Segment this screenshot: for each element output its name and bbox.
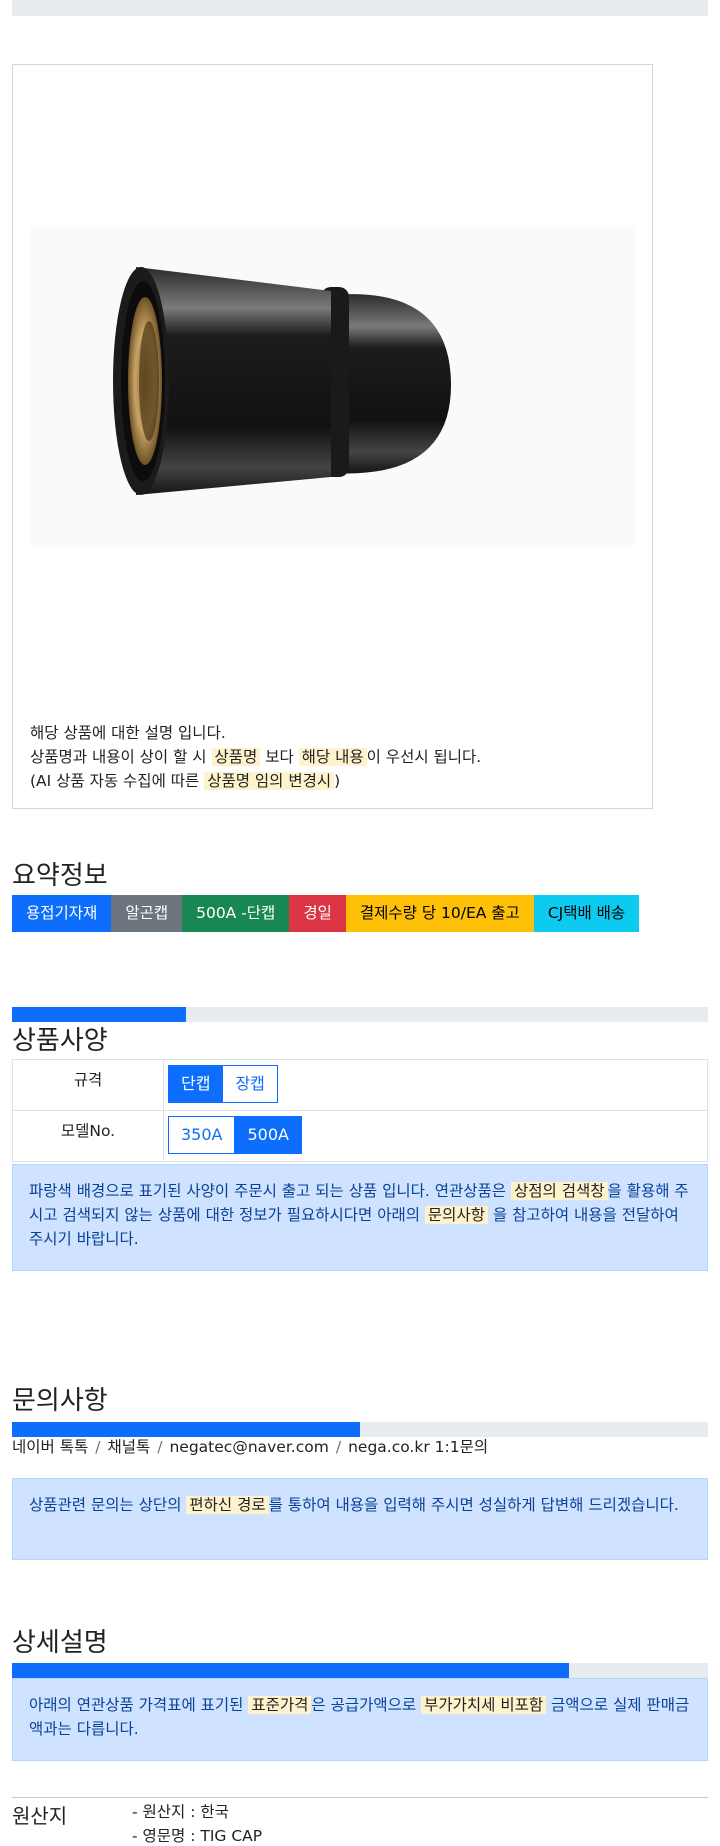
model-options: 350A 500A xyxy=(168,1116,302,1154)
origin-english-name: - 영문명 : TIG CAP xyxy=(132,1827,263,1845)
detail-title: 상세설명 xyxy=(12,1628,108,1658)
description-line-3: (AI 상품 자동 수집에 따른 상품명 임의 변경시) xyxy=(30,772,341,790)
description-line-2: 상품명과 내용이 상이 할 시 상품명 보다 해당 내용 이 우선시 됩니다. xyxy=(30,748,482,766)
highlight-content: 해당 내용 xyxy=(298,748,367,766)
detail-progress-fill xyxy=(12,1663,569,1678)
product-image xyxy=(31,225,636,545)
highlight-standard-price: 표준가격 xyxy=(248,1696,312,1714)
highlight-vat-excluded: 부가가치세 비포함 xyxy=(421,1696,547,1714)
spec-row-model: 모델No. 350A 500A xyxy=(12,1110,708,1162)
link-naver-talk[interactable]: 네이버 톡톡 xyxy=(12,1438,88,1456)
link-separator: / xyxy=(157,1438,163,1456)
spec-notice: 파랑색 배경으로 표기된 사양이 주문시 출고 되는 상품 입니다. 연관상품은… xyxy=(12,1164,708,1271)
option-350a[interactable]: 350A xyxy=(168,1116,236,1154)
inquiry-links: 네이버 톡톡 / 채널톡 / negatec@naver.com / nega.co.kr … xyxy=(12,1435,488,1457)
highlight-product-name: 상품명 xyxy=(211,748,261,766)
spec-progress xyxy=(12,1007,708,1022)
badge-shipping: CJ택배 배송 xyxy=(533,895,640,932)
highlight-search: 상점의 검색창 xyxy=(511,1182,608,1200)
badge-model: 500A -단캡 xyxy=(182,895,290,932)
description-line-1: 해당 상품에 대한 설명 입니다. xyxy=(30,724,226,742)
link-email[interactable]: negatec@naver.com xyxy=(169,1438,328,1456)
spec-table: 규격 단캡 장캡 모델No. 350A 500A xyxy=(12,1059,708,1162)
option-500a[interactable]: 500A xyxy=(234,1116,302,1154)
highlight-inquiry: 문의사항 xyxy=(424,1206,488,1224)
spec-title: 상품사양 xyxy=(12,1026,108,1056)
summary-title: 요약정보 xyxy=(12,861,108,891)
detail-progress xyxy=(12,1663,708,1678)
product-card: 해당 상품에 대한 설명 입니다. 상품명과 내용이 상이 할 시 상품명 보다… xyxy=(12,64,653,809)
summary-badges: 용접기자재 알곤캡 500A -단캡 경일 결제수량 당 10/EA 출고 CJ… xyxy=(12,895,640,932)
link-channel-talk[interactable]: 채널톡 xyxy=(107,1438,150,1456)
link-separator: / xyxy=(335,1438,342,1456)
product-description: 해당 상품에 대한 설명 입니다. 상품명과 내용이 상이 할 시 상품명 보다… xyxy=(30,721,481,793)
tig-cap-image xyxy=(113,267,451,495)
top-progress-bar xyxy=(12,0,708,16)
spec-label-size: 규격 xyxy=(12,1059,164,1111)
link-separator: / xyxy=(95,1438,101,1456)
highlight-route: 편하신 경로 xyxy=(186,1496,269,1514)
origin-section: 원산지 - 원산지 : 한국 - 영문명 : TIG CAP xyxy=(12,1797,708,1845)
spec-row-size: 규격 단캡 장캡 xyxy=(12,1059,708,1111)
size-options: 단캡 장캡 xyxy=(168,1065,278,1103)
badge-quantity: 결제수량 당 10/EA 출고 xyxy=(345,895,534,932)
detail-notice: 아래의 연관상품 가격표에 표기된 표준가격 은 공급가액으로 부가가치세 비포함… xyxy=(12,1678,708,1761)
option-short-cap[interactable]: 단캡 xyxy=(168,1065,224,1103)
origin-country: - 원산지 : 한국 xyxy=(132,1803,229,1821)
inquiry-notice: 상품관련 문의는 상단의 편하신 경로 를 통하여 내용을 입력해 주시면 성실하… xyxy=(12,1478,708,1560)
link-website-inquiry[interactable]: nega.co.kr 1:1문의 xyxy=(348,1438,488,1456)
badge-type: 알곤캡 xyxy=(111,895,183,932)
badge-brand: 경일 xyxy=(289,895,346,932)
origin-values: - 원산지 : 한국 - 영문명 : TIG CAP xyxy=(132,1800,262,1846)
inquiry-title: 문의사항 xyxy=(12,1386,108,1416)
origin-label: 원산지 xyxy=(12,1804,68,1828)
badge-category: 용접기자재 xyxy=(12,895,112,932)
spec-label-model: 모델No. xyxy=(12,1110,164,1162)
highlight-name-change: 상품명 임의 변경시 xyxy=(204,772,335,790)
option-long-cap[interactable]: 장캡 xyxy=(222,1065,278,1103)
